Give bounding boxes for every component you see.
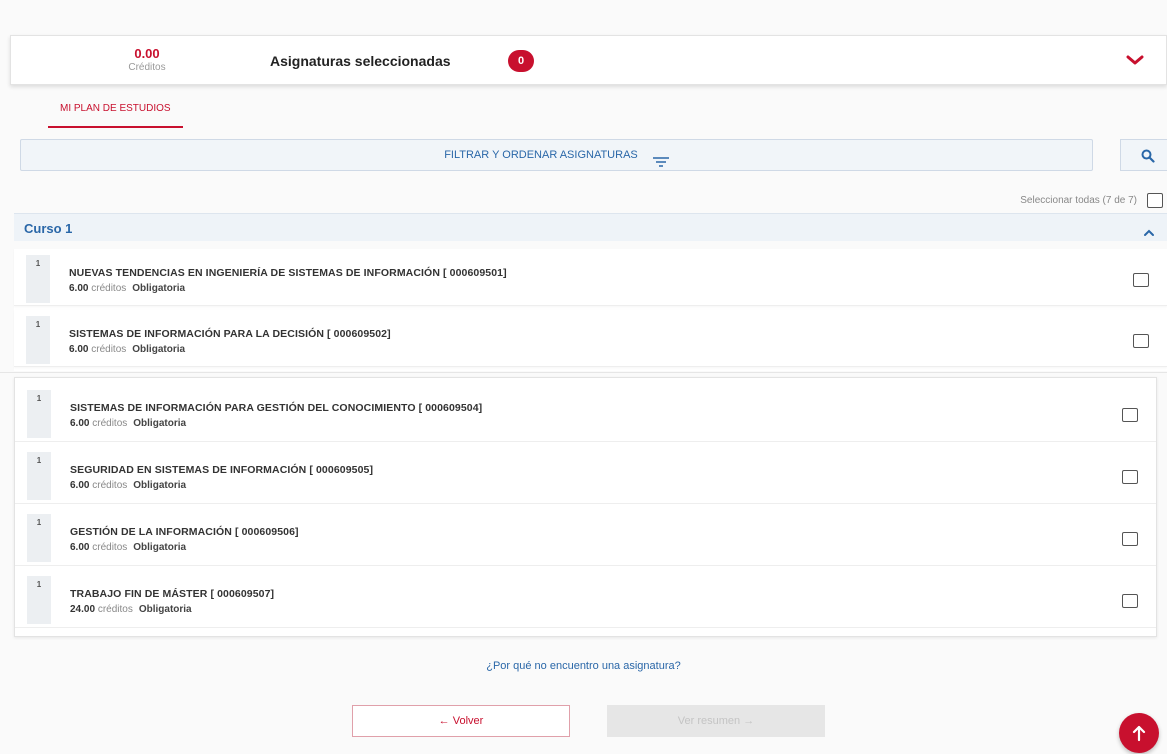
filter-sort-button[interactable]: FILTRAR Y ORDENAR ASIGNATURAS [20,139,1093,171]
tab-mi-plan-de-estudios[interactable]: MI PLAN DE ESTUDIOS [48,100,183,128]
subject-credits: 6.00 [69,344,89,355]
page: 0.00 Créditos Asignaturas seleccionadas … [0,0,1167,754]
select-all-label: Seleccionar todas (7 de 7) [1020,195,1137,206]
view-summary-button[interactable]: Ver resumen → [607,705,825,737]
back-button-label: Volver [452,715,484,727]
arrow-up-icon [1132,725,1146,742]
chevron-down-icon[interactable] [1126,53,1144,67]
subject-credits: 6.00 [69,283,89,294]
subject-meta: 6.00 créditos Obligatoria [69,283,185,294]
subject-credits: 6.00 [70,418,90,429]
filter-sort-label: FILTRAR Y ORDENAR ASIGNATURAS [444,149,638,161]
subject-title: NUEVAS TENDENCIAS EN INGENIERÍA DE SISTE… [69,267,507,279]
subject-credits-label: créditos [92,418,128,429]
course-title: Curso 1 [24,221,73,236]
credits-label: Créditos [128,62,166,73]
subject-credits: 24.00 [70,604,96,615]
subject-list-top: 1 NUEVAS TENDENCIAS EN INGENIERÍA DE SIS… [14,249,1167,371]
subject-credits-label: créditos [91,344,127,355]
divider [0,372,1167,373]
subject-row: 1 NUEVAS TENDENCIAS EN INGENIERÍA DE SIS… [14,249,1167,306]
subject-credits: 6.00 [70,542,90,553]
subject-type: Obligatoria [132,344,186,355]
subject-type: Obligatoria [133,418,187,429]
subject-course-number: 1 [27,514,51,562]
selected-subjects-summary: 0.00 Créditos Asignaturas seleccionadas … [10,35,1167,85]
subject-meta: 6.00 créditos Obligatoria [70,480,186,491]
subject-checkbox[interactable] [1122,594,1138,608]
select-all-checkbox[interactable] [1147,193,1163,208]
missing-subject-help-link[interactable]: ¿Por qué no encuentro una asignatura? [0,660,1167,672]
subject-type: Obligatoria [133,480,187,491]
subject-course-number: 1 [27,576,51,624]
credits-value: 0.00 [134,46,160,61]
arrow-left-icon: ← [438,715,450,727]
subject-title: SEGURIDAD EN SISTEMAS DE INFORMACIÓN [ 0… [70,464,374,476]
subject-course-number: 1 [27,390,51,438]
subject-row: 1 TRABAJO FIN DE MÁSTER [ 000609507] 24.… [15,570,1156,628]
subject-credits-label: créditos [92,480,128,491]
subject-meta: 6.00 créditos Obligatoria [70,418,186,429]
subject-type: Obligatoria [138,604,192,615]
subject-title: GESTIÓN DE LA INFORMACIÓN [ 000609506] [70,526,299,538]
credits-total: 0.00 Créditos [107,46,187,75]
subject-type: Obligatoria [132,283,186,294]
subject-row: 1 GESTIÓN DE LA INFORMACIÓN [ 000609506]… [15,508,1156,566]
subject-checkbox[interactable] [1133,334,1149,348]
subject-credits-label: créditos [92,542,128,553]
filter-lines-icon [652,149,669,167]
subject-checkbox[interactable] [1122,408,1138,422]
back-button[interactable]: ← Volver [352,705,570,737]
subject-title: TRABAJO FIN DE MÁSTER [ 000609507] [70,588,275,600]
subject-row: 1 SISTEMAS DE INFORMACIÓN PARA GESTIÓN D… [15,384,1156,442]
subject-list-bottom: 1 SISTEMAS DE INFORMACIÓN PARA GESTIÓN D… [14,377,1157,637]
scroll-top-button[interactable] [1119,713,1159,753]
subject-checkbox[interactable] [1122,532,1138,546]
subject-title: SISTEMAS DE INFORMACIÓN PARA LA DECISIÓN… [69,328,391,340]
subject-title: SISTEMAS DE INFORMACIÓN PARA GESTIÓN DEL… [70,402,483,414]
arrow-right-icon: → [743,715,755,727]
subject-meta: 24.00 créditos Obligatoria [70,604,192,615]
search-icon [1141,149,1155,163]
view-summary-label: Ver resumen [677,715,741,727]
subject-type: Obligatoria [133,542,187,553]
search-button[interactable] [1120,139,1167,171]
subject-credits-label: créditos [97,604,133,615]
subject-meta: 6.00 créditos Obligatoria [70,542,186,553]
subject-checkbox[interactable] [1133,273,1149,287]
chevron-up-icon[interactable] [1143,224,1155,242]
subject-meta: 6.00 créditos Obligatoria [69,344,185,355]
subject-checkbox[interactable] [1122,470,1138,484]
subject-course-number: 1 [27,452,51,500]
subject-course-number: 1 [26,255,50,303]
subject-credits: 6.00 [70,480,90,491]
subject-course-number: 1 [26,316,50,364]
summary-title: Asignaturas seleccionadas [270,53,451,69]
selected-count-badge: 0 [508,50,534,72]
subject-row: 1 SEGURIDAD EN SISTEMAS DE INFORMACIÓN [… [15,446,1156,504]
subject-row: 1 SISTEMAS DE INFORMACIÓN PARA LA DECISI… [14,310,1167,367]
subject-credits-label: créditos [91,283,127,294]
course-header[interactable]: Curso 1 [14,213,1167,241]
